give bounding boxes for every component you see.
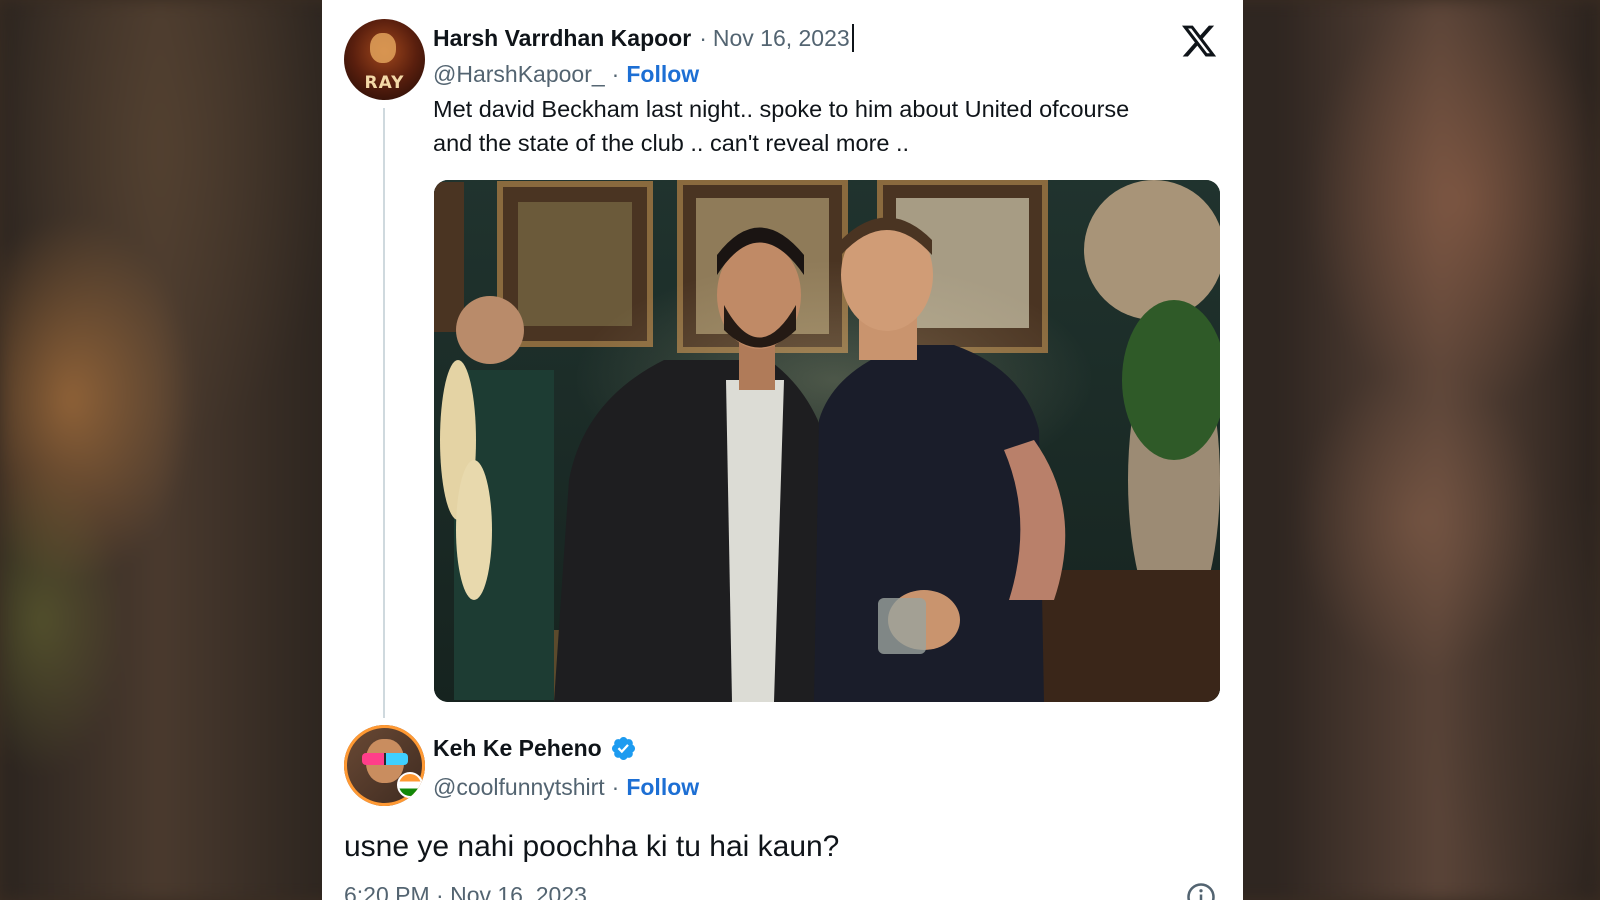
follow-button[interactable]: Follow bbox=[626, 61, 699, 88]
separator-dot: · bbox=[699, 24, 707, 51]
author-name[interactable]: Harsh Varrdhan Kapoor bbox=[433, 25, 691, 52]
reply-author-header: Keh Ke Peheno bbox=[433, 730, 637, 766]
tweet-text-line: Met david Beckham last night.. spoke to … bbox=[433, 96, 1130, 122]
avatar-logo-text: RAY bbox=[364, 73, 405, 93]
author-header: Harsh Varrdhan Kapoor · Nov 16, 2023 bbox=[433, 20, 854, 56]
x-logo-icon[interactable] bbox=[1180, 22, 1218, 60]
avatar-glasses bbox=[362, 753, 408, 765]
tweet-embed-card: RAY Harsh Varrdhan Kapoor · Nov 16, 2023… bbox=[322, 0, 1243, 900]
reply-author-handle[interactable]: @coolfunnytshirt bbox=[433, 774, 605, 801]
reply-author-avatar[interactable] bbox=[344, 725, 425, 806]
author-handle-row: @HarshKapoor_ · Follow bbox=[433, 58, 699, 90]
verified-badge-icon bbox=[611, 736, 635, 760]
author-avatar[interactable]: RAY bbox=[344, 19, 425, 100]
tweet-photo[interactable] bbox=[434, 180, 1220, 702]
separator-dot: · bbox=[611, 60, 620, 87]
text-caret bbox=[851, 24, 854, 52]
thread-connector-line bbox=[383, 108, 385, 718]
author-handle[interactable]: @HarshKapoor_ bbox=[433, 61, 605, 88]
avatar-face bbox=[370, 33, 396, 63]
reply-follow-button[interactable]: Follow bbox=[626, 774, 699, 801]
reply-handle-row: @coolfunnytshirt · Follow bbox=[433, 770, 699, 804]
india-flag-badge bbox=[397, 772, 423, 798]
tweet-text-line: and the state of the club .. can't revea… bbox=[433, 130, 910, 156]
tweet-date[interactable]: Nov 16, 2023 bbox=[713, 25, 850, 52]
reply-author-name[interactable]: Keh Ke Peheno bbox=[433, 735, 602, 762]
separator-dot: · bbox=[611, 773, 620, 800]
info-icon[interactable] bbox=[1186, 882, 1216, 900]
reply-text: usne ye nahi poochha ki tu hai kaun? bbox=[344, 830, 840, 863]
reply-timestamp[interactable]: 6:20 PM · Nov 16, 2023 bbox=[344, 882, 587, 900]
photo-image bbox=[434, 180, 1220, 702]
tweet-text: Met david Beckham last night.. spoke to … bbox=[433, 92, 1223, 160]
